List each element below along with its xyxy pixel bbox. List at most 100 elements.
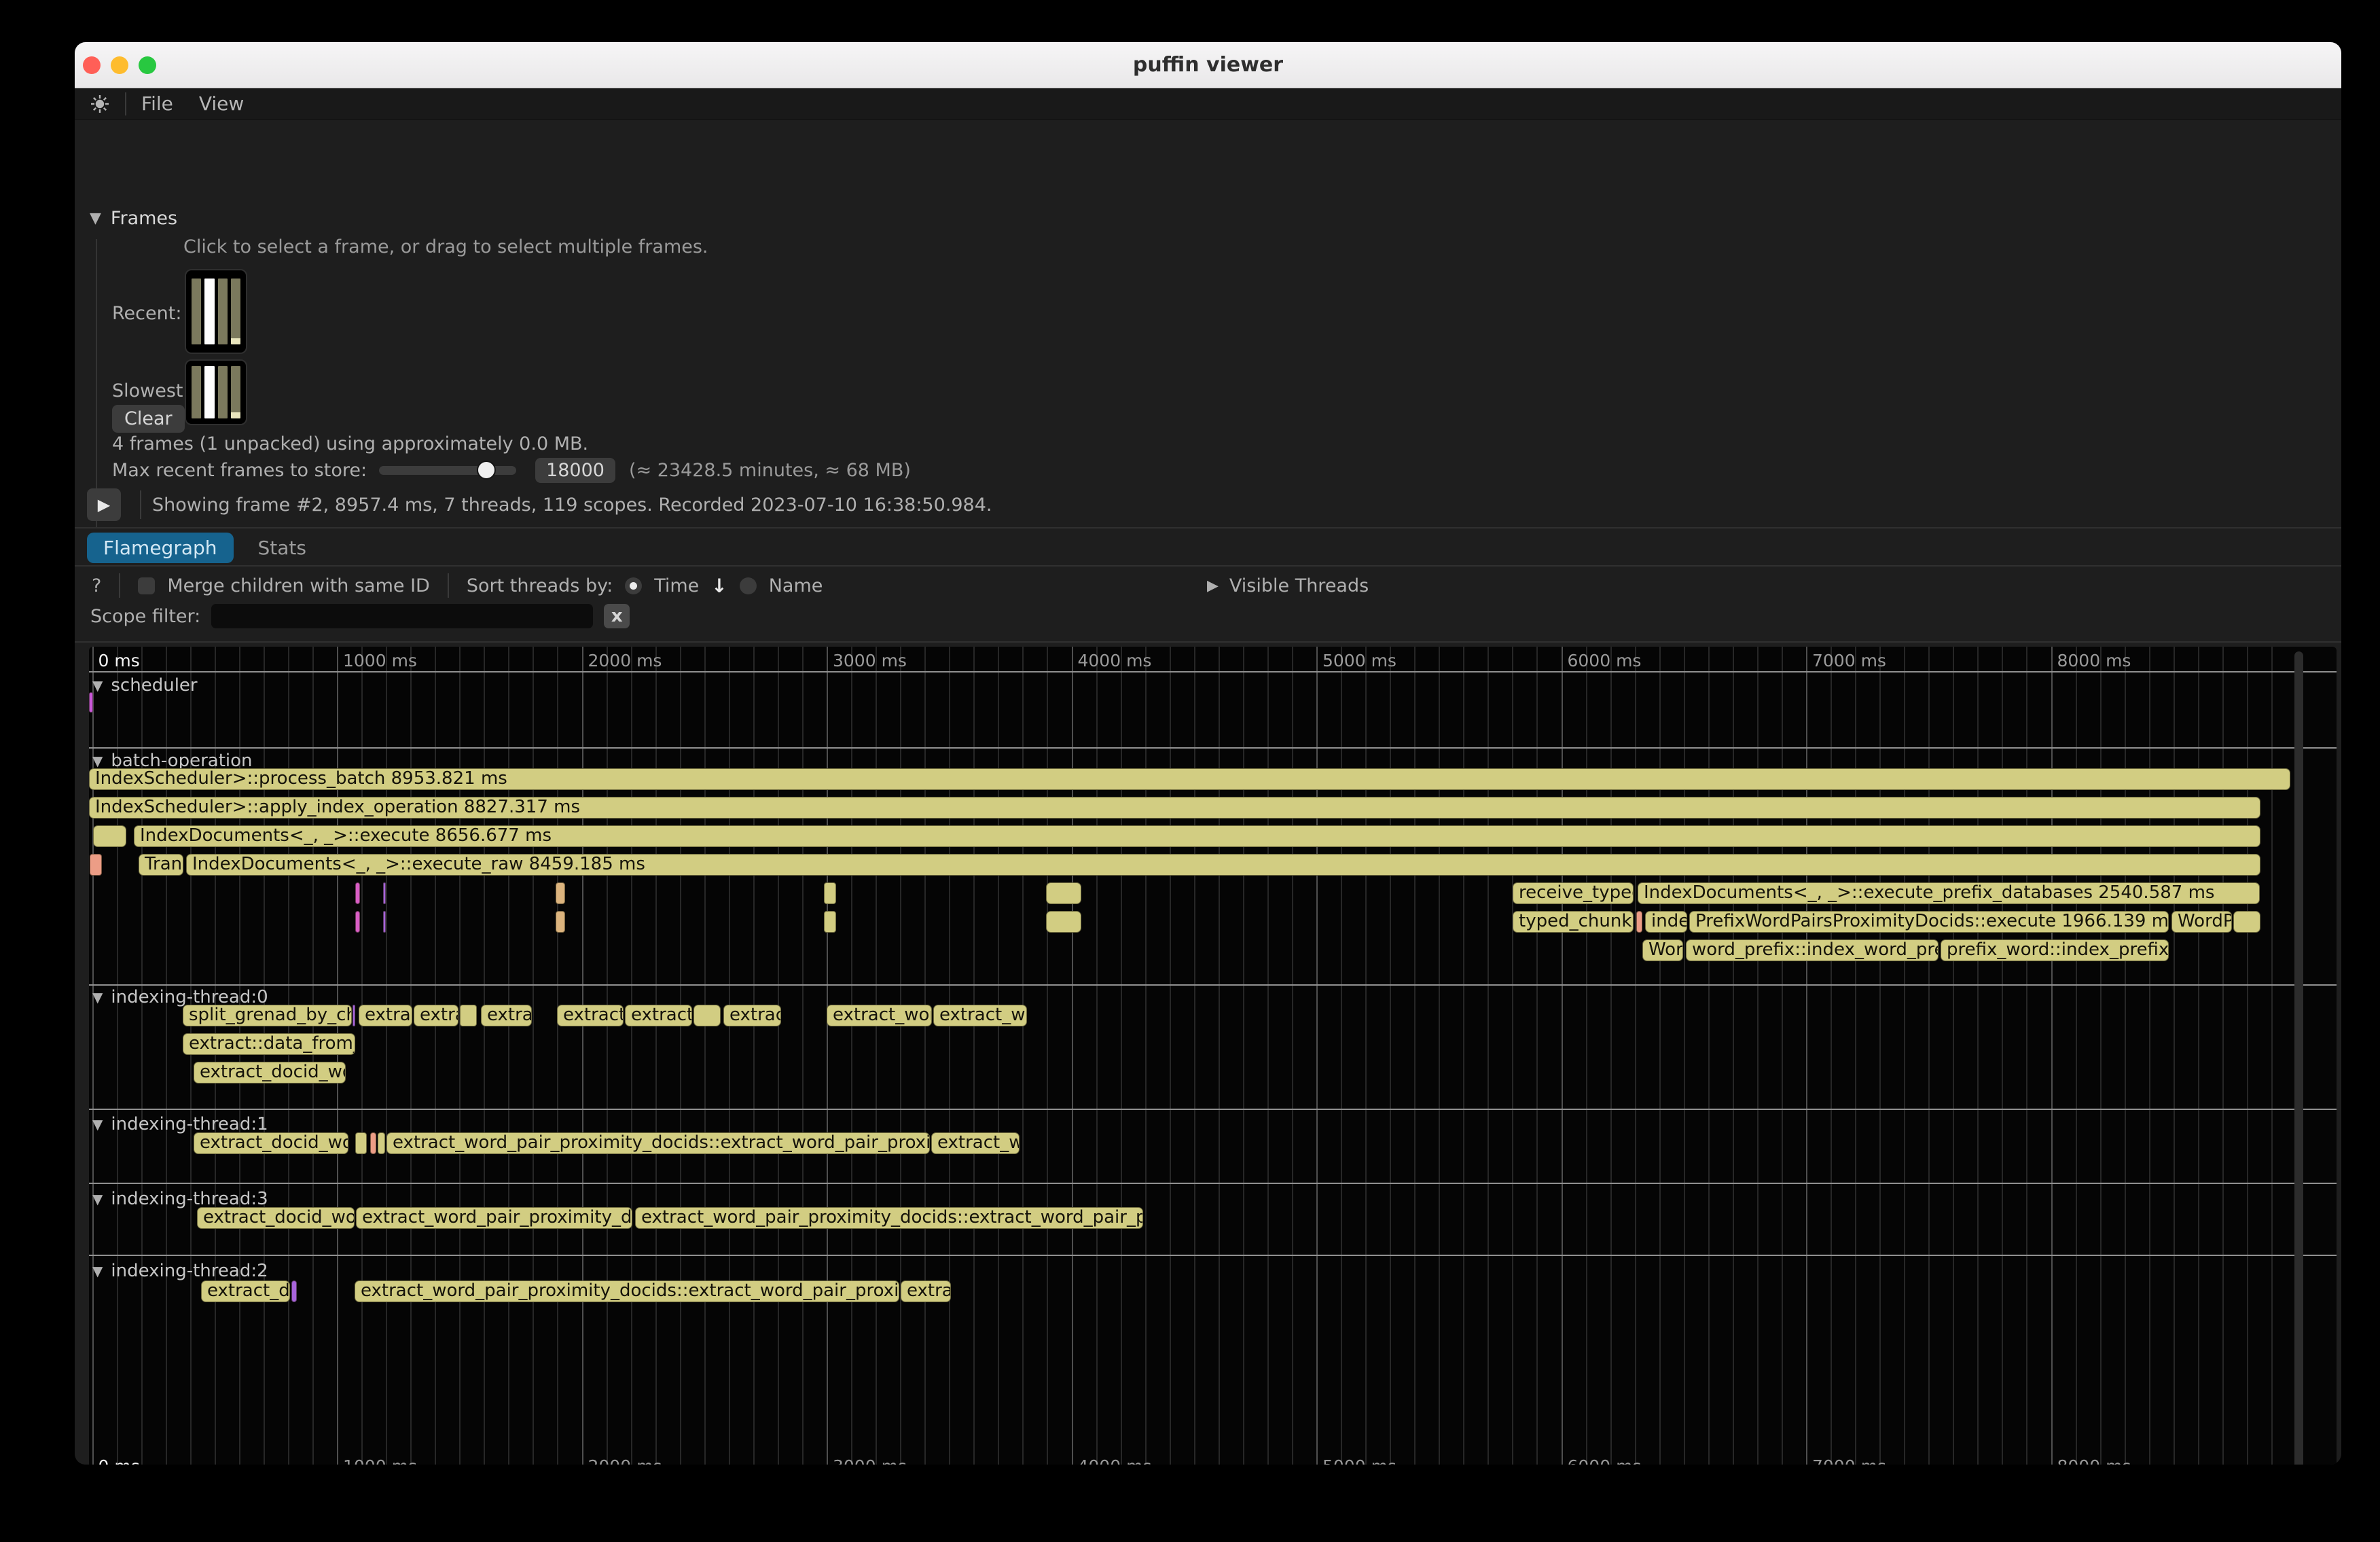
recent-frames-thumbnail[interactable] xyxy=(185,269,247,354)
tab-stats[interactable]: Stats xyxy=(258,537,306,559)
flame-scope-bar[interactable] xyxy=(1046,882,1081,904)
flame-scope-bar[interactable] xyxy=(355,882,360,904)
flame-scope-bar[interactable]: extrac xyxy=(481,1005,532,1026)
flame-scope-bar[interactable]: split_grenad_by_chun xyxy=(183,1005,352,1026)
flame-scope-bar[interactable]: index xyxy=(1645,911,1687,933)
flame-scope-bar[interactable] xyxy=(383,911,386,933)
flame-scope-bar[interactable]: extract xyxy=(359,1005,412,1026)
max-frames-slider[interactable] xyxy=(379,466,516,475)
flame-scope-bar[interactable] xyxy=(824,911,836,933)
frame-bar[interactable] xyxy=(218,366,228,418)
flame-scope-bar[interactable]: IndexDocuments<_, _>::execute 8656.677 m… xyxy=(134,825,2260,847)
vertical-scrollbar[interactable] xyxy=(2294,651,2303,1465)
thread-header-indexing-thread:2[interactable]: ▼indexing-thread:2 xyxy=(92,1261,268,1281)
flame-scope-bar[interactable]: IndexScheduler>::process_batch 8953.821 … xyxy=(89,768,2290,790)
frame-bar[interactable] xyxy=(192,366,201,418)
flame-scope-bar[interactable] xyxy=(824,882,836,904)
play-button[interactable]: ▶ xyxy=(87,488,121,521)
flame-scope-bar[interactable]: extract_ xyxy=(557,1005,624,1026)
flame-scope-bar[interactable] xyxy=(370,1132,376,1154)
flame-scope-bar[interactable] xyxy=(383,882,386,904)
flame-scope-bar[interactable]: receive_typed_ xyxy=(1513,882,1634,904)
sort-name-radio[interactable] xyxy=(740,577,757,594)
slider-handle[interactable] xyxy=(477,461,496,480)
flame-scope-bar[interactable]: extract xyxy=(723,1005,781,1026)
flame-scope-bar[interactable]: extract_word_pair_proximity_docids::extr… xyxy=(386,1132,930,1154)
flame-scope-bar[interactable]: extract_docid_word xyxy=(194,1062,346,1083)
collapse-triangle-icon: ▼ xyxy=(92,1116,103,1132)
flame-scope-bar[interactable]: Word xyxy=(1642,939,1683,961)
flame-scope-bar[interactable]: extract_wo xyxy=(933,1005,1027,1026)
flame-scope-bar[interactable]: IndexScheduler>::apply_index_operation 8… xyxy=(89,797,2260,819)
visible-threads-header[interactable]: ▶ Visible Threads xyxy=(1207,571,1369,600)
tab-flamegraph[interactable]: Flamegraph xyxy=(87,533,234,563)
flame-scope-bar[interactable]: word_prefix::index_word_prefix_ xyxy=(1686,939,1939,961)
clear-button[interactable]: Clear xyxy=(112,405,185,433)
flame-scope-bar[interactable]: typed_chunk::w xyxy=(1513,911,1634,933)
flame-scope-bar[interactable] xyxy=(556,911,565,933)
scope-clear-button[interactable]: x xyxy=(604,604,630,628)
flame-scope-bar[interactable] xyxy=(2233,911,2260,933)
sort-time-label[interactable]: Time xyxy=(654,575,699,596)
menu-file[interactable]: File xyxy=(141,92,173,115)
flame-scope-bar[interactable]: PrefixWordPairsProximityDocids::execute … xyxy=(1689,911,2169,933)
help-button[interactable]: ? xyxy=(92,575,101,596)
collapse-triangle-icon: ▼ xyxy=(92,753,103,769)
flame-scope-bar[interactable]: extrac xyxy=(901,1280,951,1302)
flame-scope-bar[interactable] xyxy=(93,825,126,847)
menu-view[interactable]: View xyxy=(199,92,244,115)
flame-scope-bar[interactable]: extract::data_from_ob xyxy=(183,1033,355,1055)
flame-scope-bar[interactable]: IndexDocuments<_, _>::execute_raw 8459.1… xyxy=(186,854,2260,876)
flame-scope-bar[interactable] xyxy=(460,1005,477,1026)
merge-children-checkbox[interactable] xyxy=(138,577,155,594)
theme-sun-icon[interactable] xyxy=(90,94,110,113)
sort-time-radio[interactable] xyxy=(625,577,642,594)
flame-scope-bar[interactable]: IndexDocuments<_, _>::execute_prefix_dat… xyxy=(1638,882,2260,904)
flame-scope-bar[interactable]: extract_docid_word xyxy=(194,1132,348,1154)
slowest-frames-thumbnail[interactable] xyxy=(185,359,247,425)
flame-scope-bar[interactable]: prefix_word::index_prefix_wo xyxy=(1941,939,2169,961)
sort-threads-label: Sort threads by: xyxy=(467,575,613,596)
flame-scope-bar[interactable] xyxy=(693,1005,721,1026)
flame-scope-bar[interactable]: extract_word xyxy=(827,1005,932,1026)
frame-bar[interactable] xyxy=(231,366,240,418)
flame-scope-bar[interactable]: extract_doc xyxy=(201,1280,290,1302)
scope-filter-input[interactable] xyxy=(211,604,593,628)
sort-direction-icon[interactable]: ↓ xyxy=(711,575,727,597)
flamegraph-canvas[interactable]: 0 ms0 ms1000 ms1000 ms2000 ms2000 ms3000… xyxy=(89,647,2337,1465)
flame-scope-bar[interactable] xyxy=(378,1132,385,1154)
sort-name-label[interactable]: Name xyxy=(769,575,823,596)
frame-bar[interactable] xyxy=(192,279,201,344)
thread-header-indexing-thread:1[interactable]: ▼indexing-thread:1 xyxy=(92,1114,268,1134)
thread-header-indexing-thread:3[interactable]: ▼indexing-thread:3 xyxy=(92,1189,268,1209)
frame-bar-selected[interactable] xyxy=(204,366,214,418)
flame-scope-bar[interactable]: extract_word_pair_proximity_docids::extr… xyxy=(355,1280,899,1302)
flame-scope-bar[interactable] xyxy=(556,882,565,904)
flame-scope-bar[interactable] xyxy=(90,854,102,876)
flame-scope-bar[interactable]: extract_docid_word xyxy=(197,1207,355,1229)
frame-bar[interactable] xyxy=(231,279,240,344)
playback-row: ▶ Showing frame #2, 8957.4 ms, 7 threads… xyxy=(87,488,992,521)
frames-section-header[interactable]: ▼ Frames xyxy=(90,208,177,229)
flame-scope-bar[interactable] xyxy=(89,692,93,713)
flame-scope-bar[interactable] xyxy=(355,1132,367,1154)
collapse-triangle-icon: ▼ xyxy=(92,989,103,1005)
flame-scope-bar[interactable] xyxy=(291,1280,297,1302)
flame-scope-bar[interactable]: extract_word_pair_proximity_docids xyxy=(356,1207,632,1229)
merge-children-label[interactable]: Merge children with same ID xyxy=(167,575,430,596)
thread-header-scheduler[interactable]: ▼scheduler xyxy=(92,675,198,696)
flame-scope-bar[interactable] xyxy=(1636,911,1642,933)
axis-tick-label: 1000 ms xyxy=(343,651,417,670)
flame-scope-bar[interactable] xyxy=(1046,911,1081,933)
flame-scope-bar[interactable]: extra xyxy=(414,1005,458,1026)
flame-scope-bar[interactable]: extract_ xyxy=(625,1005,692,1026)
flame-scope-bar[interactable]: Trans xyxy=(139,854,183,876)
flame-scope-bar[interactable]: extract_wo xyxy=(931,1132,1020,1154)
frame-bar-selected[interactable] xyxy=(204,279,214,344)
frame-bar[interactable] xyxy=(218,279,228,344)
flame-scope-bar[interactable] xyxy=(355,911,360,933)
flame-scope-bar[interactable]: WordPr xyxy=(2171,911,2232,933)
flame-scope-bar[interactable]: extract_word_pair_proximity_docids::extr… xyxy=(635,1207,1143,1229)
max-frames-value[interactable]: 18000 xyxy=(535,458,615,483)
flame-scope-bar[interactable] xyxy=(353,1005,355,1026)
